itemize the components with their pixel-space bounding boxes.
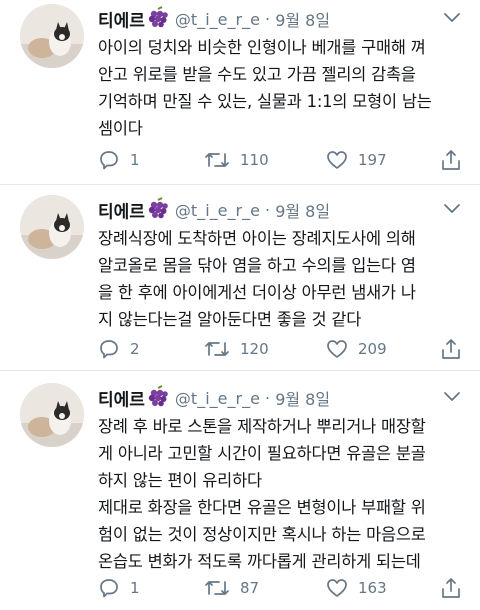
timestamp[interactable]: 9월 8일 [275, 11, 330, 30]
grapes-emoji-icon [147, 385, 169, 411]
display-name[interactable]: 티에르 [98, 391, 145, 411]
chevron-down-icon[interactable] [440, 387, 464, 407]
tweet-text: 아이의 덩치와 비슷한 인형이나 베개를 구매해 껴 안고 위로를 받을 수도 … [98, 38, 432, 138]
separator-dot: · [265, 388, 271, 408]
like-button[interactable]: 197 [326, 146, 387, 174]
share-button[interactable] [440, 146, 462, 174]
heart-icon [326, 577, 348, 599]
share-button[interactable] [440, 335, 462, 363]
tweet-header: 티에르 @t_i_e_r_e · 9월 8일 [98, 385, 464, 411]
chevron-down-icon[interactable] [440, 199, 464, 219]
share-icon [440, 338, 462, 360]
tweet-header: 티에르 @t_i_e_r_e · 9월 8일 [98, 6, 464, 32]
reply-icon [98, 149, 120, 171]
timestamp[interactable]: 9월 8일 [275, 202, 330, 221]
heart-icon [326, 338, 348, 360]
handle[interactable]: @t_i_e_r_e [175, 201, 260, 220]
grapes-emoji-icon [147, 6, 169, 32]
tweet-actions: 1 87 163 [98, 574, 468, 602]
retweet-count: 110 [240, 151, 269, 169]
share-button[interactable] [440, 574, 462, 602]
like-count: 163 [358, 579, 387, 597]
reply-icon [98, 577, 120, 599]
retweet-icon [204, 338, 230, 360]
chevron-down-icon[interactable] [440, 8, 464, 28]
like-count: 197 [358, 151, 387, 169]
display-name[interactable]: 티에르 [98, 203, 145, 223]
retweet-count: 87 [240, 579, 260, 597]
share-icon [440, 149, 462, 171]
retweet-button[interactable]: 120 [204, 335, 269, 363]
reply-count: 1 [130, 579, 140, 597]
retweet-button[interactable]: 87 [204, 574, 259, 602]
tweet[interactable]: 티에르 @t_i_e_r_e · 9월 8일 아이의 덩치와 비슷한 인형이나 … [0, 0, 480, 184]
handle[interactable]: @t_i_e_r_e [175, 10, 260, 29]
separator-dot: · [265, 200, 271, 220]
separator-dot: · [265, 9, 271, 29]
avatar[interactable] [20, 4, 84, 68]
reply-count: 1 [130, 151, 140, 169]
reply-button[interactable]: 2 [98, 335, 140, 363]
display-name[interactable]: 티에르 [98, 12, 145, 32]
reply-button[interactable]: 1 [98, 574, 140, 602]
tweet-text: 장례식장에 도착하면 아이는 장례지도사에 의해 알코올로 몸을 닦아 염을 하… [98, 229, 416, 329]
retweet-icon [204, 149, 230, 171]
tweet-actions: 1 110 197 [98, 146, 468, 174]
heart-icon [326, 149, 348, 171]
like-count: 209 [358, 340, 387, 358]
tweet-header: 티에르 @t_i_e_r_e · 9월 8일 [98, 197, 464, 223]
reply-button[interactable]: 1 [98, 146, 140, 174]
retweet-icon [204, 577, 230, 599]
share-icon [440, 577, 462, 599]
tweet-text: 장례 후 바로 스톤을 제작하거나 뿌리거나 매장할 게 아니라 고민할 시간이… [98, 417, 426, 571]
grapes-emoji-icon [147, 197, 169, 223]
tweet-actions: 2 120 209 [98, 335, 468, 363]
handle[interactable]: @t_i_e_r_e [175, 389, 260, 408]
retweet-button[interactable]: 110 [204, 146, 269, 174]
timestamp[interactable]: 9월 8일 [275, 390, 330, 409]
tweet[interactable]: 티에르 @t_i_e_r_e · 9월 8일 장례식장에 도착하면 아이는 장례… [0, 185, 480, 369]
reply-count: 2 [130, 340, 140, 358]
tweet[interactable]: 티에르 @t_i_e_r_e · 9월 8일 장례 후 바로 스톤을 제작하거나… [0, 371, 480, 610]
retweet-count: 120 [240, 340, 269, 358]
like-button[interactable]: 163 [326, 574, 387, 602]
like-button[interactable]: 209 [326, 335, 387, 363]
avatar[interactable] [20, 195, 84, 259]
avatar[interactable] [20, 383, 84, 447]
reply-icon [98, 338, 120, 360]
